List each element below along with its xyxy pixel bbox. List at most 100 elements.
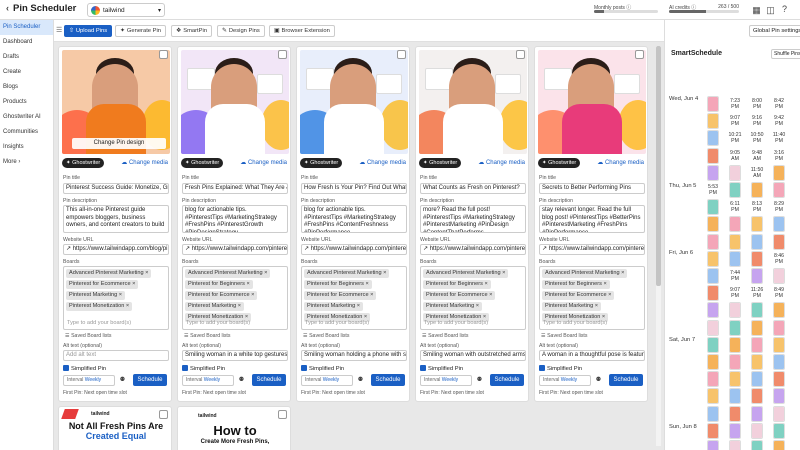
scheduled-pin-thumbnail[interactable]	[773, 164, 785, 181]
scheduled-pin-thumbnail[interactable]	[707, 285, 719, 302]
scheduled-pin-thumbnail[interactable]	[707, 96, 719, 112]
open-time-slot[interactable]: 7:44 PM	[726, 270, 744, 282]
scheduled-pin-thumbnail[interactable]	[707, 164, 719, 181]
open-time-slot[interactable]: 8:46 PM	[770, 253, 788, 265]
pin-title-input[interactable]: Pinterest Success Guide: Monetize, Grow	[63, 183, 169, 194]
scheduled-pin-thumbnail[interactable]	[729, 440, 741, 450]
open-time-slot[interactable]: 10:50 PM	[748, 132, 766, 144]
board-chip[interactable]: Pinterest for Beginners ×	[185, 280, 253, 289]
scheduled-pin-thumbnail[interactable]	[707, 440, 719, 450]
remove-board-icon[interactable]: ×	[263, 270, 267, 276]
simplified-pin-checkbox[interactable]: Simplified Pin	[301, 365, 344, 372]
saved-board-lists-button[interactable]: ☰ Saved Board lists	[65, 333, 111, 339]
select-pin-checkbox[interactable]	[635, 50, 644, 59]
nav-item-communities[interactable]: Communities	[0, 125, 53, 140]
remove-board-icon[interactable]: ×	[501, 270, 505, 276]
boards-input[interactable]: Advanced Pinterest Marketing × Pinterest …	[63, 266, 169, 330]
nav-item-pin-scheduler[interactable]: Pin Scheduler	[0, 20, 53, 35]
scheduled-pin-thumbnail[interactable]	[729, 371, 741, 388]
scheduled-pin-thumbnail[interactable]	[707, 147, 719, 164]
pin-description-input[interactable]: blog for actionable tips. #PinterestTips…	[182, 205, 288, 233]
pin-title-input[interactable]: Secrets to Better Performing Pins	[539, 183, 645, 194]
scheduled-pin-thumbnail[interactable]	[707, 422, 719, 439]
board-chip[interactable]: Pinterest for Beginners ×	[542, 280, 610, 289]
select-pin-checkbox[interactable]	[159, 410, 168, 419]
ghostwriter-button[interactable]: ✦ Ghostwriter	[62, 158, 105, 168]
pin-description-input[interactable]: blog for actionable tips. #PinterestTips…	[301, 205, 407, 233]
scheduled-pin-thumbnail[interactable]	[751, 182, 763, 198]
scheduled-pin-thumbnail[interactable]	[729, 354, 741, 370]
boards-input[interactable]: Advanced Pinterest Marketing × Pinterest …	[539, 266, 645, 330]
open-time-slot[interactable]: 5:53 PM	[704, 184, 722, 196]
scheduled-pin-thumbnail[interactable]	[751, 302, 763, 319]
open-time-slot[interactable]: 9:16 PM	[748, 115, 766, 127]
alt-text-input[interactable]: Smiling woman holding a phone with soci	[301, 350, 407, 361]
board-chip[interactable]: Advanced Pinterest Marketing ×	[185, 269, 271, 278]
saved-board-lists-button[interactable]: ☰ Saved Board lists	[184, 333, 230, 339]
scheduled-pin-thumbnail[interactable]	[773, 371, 785, 388]
alt-text-input[interactable]: Add alt text	[63, 350, 169, 361]
upload-pins-button[interactable]: ⇧ Upload Pins	[64, 25, 113, 37]
open-time-slot[interactable]: 11:40 PM	[770, 132, 788, 144]
nav-item-more[interactable]: More ›	[0, 155, 53, 170]
design-pins-button[interactable]: ✎ Design Pins	[217, 25, 265, 37]
board-chip[interactable]: Pinterest for Ecommerce ×	[304, 291, 377, 300]
board-chip[interactable]: Pinterest Marketing ×	[542, 302, 602, 311]
alt-text-input[interactable]: A woman in a thoughtful pose is featured	[539, 350, 645, 361]
nav-item-insights[interactable]: Insights	[0, 140, 53, 155]
remove-board-icon[interactable]: ×	[355, 303, 360, 309]
scheduled-pin-thumbnail[interactable]	[751, 405, 763, 422]
board-chip[interactable]: Advanced Pinterest Marketing ×	[66, 269, 152, 278]
remove-board-icon[interactable]: ×	[474, 303, 479, 309]
scheduled-pin-thumbnail[interactable]	[729, 302, 741, 319]
board-chip[interactable]: Advanced Pinterest Marketing ×	[542, 269, 628, 278]
global-pin-settings-button[interactable]: Global Pin settings	[749, 25, 800, 37]
change-media-link[interactable]: ☁ Change media	[597, 159, 644, 166]
open-time-slot[interactable]: 3:16 PM	[770, 150, 788, 162]
scheduled-pin-thumbnail[interactable]	[773, 216, 785, 233]
open-time-slot[interactable]: 8:13 PM	[748, 201, 766, 213]
remove-board-icon[interactable]: ×	[593, 303, 598, 309]
browser-extension-button[interactable]: ▣ Browser Extension	[269, 25, 335, 37]
group-icon[interactable]: ⚉	[594, 376, 603, 385]
board-chip[interactable]: Pinterest for Beginners ×	[304, 280, 372, 289]
pin-title-input[interactable]: Fresh Pins Explained: What They Are & W	[182, 183, 288, 194]
scheduled-pin-thumbnail[interactable]	[751, 268, 763, 284]
interval-select[interactable]: Interval Weekly	[63, 375, 115, 386]
scheduled-pin-thumbnail[interactable]	[729, 233, 741, 250]
remove-board-icon[interactable]: ×	[236, 303, 241, 309]
open-time-slot[interactable]: 10:21 PM	[726, 132, 744, 144]
group-icon[interactable]: ⚉	[237, 376, 246, 385]
remove-board-icon[interactable]: ×	[250, 292, 254, 298]
schedule-button[interactable]: Schedule	[490, 374, 524, 386]
scheduled-pin-thumbnail[interactable]	[751, 336, 763, 353]
scheduled-pin-thumbnail[interactable]	[773, 354, 785, 370]
scheduled-pin-thumbnail[interactable]	[707, 388, 719, 405]
change-media-link[interactable]: ☁ Change media	[121, 159, 168, 166]
scheduled-pin-thumbnail[interactable]	[751, 319, 763, 336]
change-pin-design-button[interactable]: Change Pin design	[72, 138, 166, 149]
change-media-link[interactable]: ☁ Change media	[240, 159, 287, 166]
board-chip[interactable]: Advanced Pinterest Marketing ×	[304, 269, 390, 278]
remove-board-icon[interactable]: ×	[144, 270, 148, 276]
board-chip[interactable]: Pinterest for Ecommerce ×	[423, 291, 496, 300]
group-icon[interactable]: ⚉	[356, 376, 365, 385]
website-url-input[interactable]: ↗ https://www.tailwindapp.com/pinterest	[420, 244, 526, 255]
remove-board-icon[interactable]: ×	[620, 270, 624, 276]
open-time-slot[interactable]: 8:42 PM	[770, 98, 788, 110]
schedule-button[interactable]: Schedule	[609, 374, 643, 386]
board-chip[interactable]: Pinterest Marketing ×	[304, 302, 364, 311]
scheduled-pin-thumbnail[interactable]	[773, 182, 785, 198]
smartpin-button[interactable]: ❖ SmartPin	[171, 25, 213, 37]
pin-image[interactable]	[181, 50, 289, 154]
pin-description-input[interactable]: more? Read the full post! #PinterestTips…	[420, 205, 526, 233]
scheduled-pin-thumbnail[interactable]	[729, 164, 741, 181]
scheduled-pin-thumbnail[interactable]	[751, 216, 763, 233]
scheduled-pin-thumbnail[interactable]	[773, 440, 785, 450]
pin-image[interactable]	[419, 50, 527, 154]
scheduled-pin-thumbnail[interactable]	[707, 336, 719, 353]
nav-item-drafts[interactable]: Drafts	[0, 50, 53, 65]
remove-board-icon[interactable]: ×	[382, 270, 386, 276]
account-switcher[interactable]: tailwind ▾	[87, 3, 165, 17]
scheduled-pin-thumbnail[interactable]	[707, 319, 719, 336]
